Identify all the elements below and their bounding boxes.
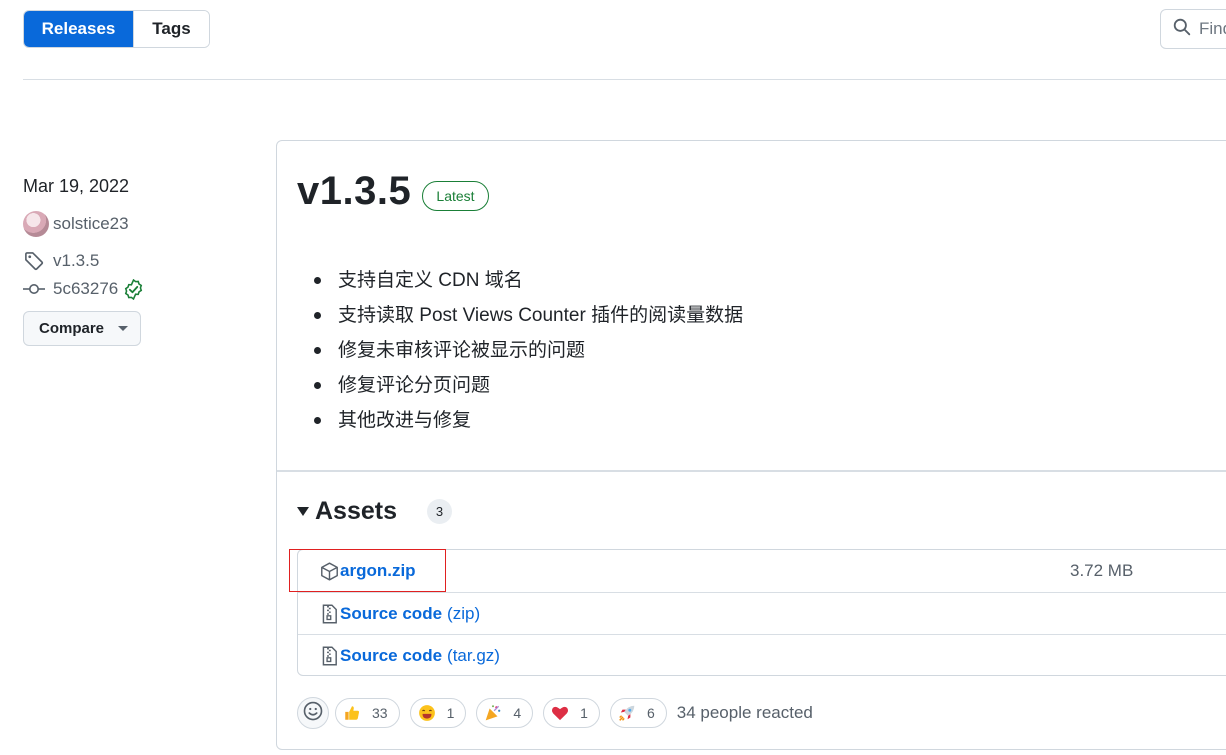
release-search[interactable]	[1160, 9, 1226, 49]
reactions-summary[interactable]: 34 people reacted	[677, 703, 813, 723]
latest-badge: Latest	[422, 181, 489, 211]
compare-label: Compare	[39, 320, 105, 337]
asset-link[interactable]: Source code	[340, 604, 442, 624]
search-input[interactable]	[1199, 19, 1226, 39]
file-zip-icon	[319, 604, 339, 624]
tag-icon	[23, 250, 45, 272]
reaction-count: 4	[513, 705, 522, 721]
asset-row-source-targz[interactable]: Source code (tar.gz)	[298, 634, 1226, 676]
tab-tags[interactable]: Tags	[133, 11, 209, 47]
asset-row-source-zip[interactable]: Source code (zip)	[298, 592, 1226, 634]
reactions-bar: 33 1 4 1 6 34 people reacted	[297, 697, 813, 729]
search-icon	[1173, 18, 1191, 41]
reaction-rocket[interactable]: 6	[609, 698, 667, 728]
triangle-down-icon	[297, 507, 309, 516]
smiley-icon	[303, 701, 323, 726]
reaction-thumbs-up[interactable]: 33	[335, 698, 400, 728]
release-tag[interactable]: v1.3.5	[23, 250, 99, 272]
asset-size: 3.72 MB	[1070, 561, 1134, 580]
section-divider	[277, 470, 1226, 472]
list-item: 支持读取 Post Views Counter 插件的阅读量数据	[314, 298, 743, 333]
asset-link[interactable]: Source code	[340, 646, 442, 666]
thumbs-up-icon	[342, 703, 362, 723]
reaction-hooray[interactable]: 4	[476, 698, 534, 728]
assets-toggle[interactable]: Assets 3	[297, 497, 452, 526]
list-item: 修复未审核评论被显示的问题	[314, 333, 743, 368]
reaction-heart[interactable]: 1	[543, 698, 600, 728]
reaction-count: 1	[446, 705, 455, 721]
party-popper-icon	[483, 703, 503, 723]
commit-sha[interactable]: 5c63276	[53, 279, 118, 299]
heart-icon	[550, 703, 570, 723]
tag-name[interactable]: v1.3.5	[53, 251, 99, 271]
asset-ext[interactable]: (zip)	[447, 604, 480, 624]
list-item: 其他改进与修复	[314, 403, 743, 438]
compare-button[interactable]: Compare	[23, 311, 141, 346]
release-notes: 支持自定义 CDN 域名 支持读取 Post Views Counter 插件的…	[314, 263, 743, 438]
header-divider	[23, 79, 1226, 80]
assets-title: Assets	[315, 497, 397, 525]
release-title[interactable]: v1.3.5	[297, 169, 411, 214]
reaction-count: 33	[372, 705, 388, 721]
assets-count-badge: 3	[427, 499, 452, 524]
release-date: Mar 19, 2022	[23, 176, 130, 196]
commit-icon	[23, 278, 45, 300]
annotation-highlight-box	[289, 549, 446, 592]
asset-ext[interactable]: (tar.gz)	[447, 646, 500, 666]
release-tag-toggle: Releases Tags	[23, 10, 210, 48]
list-item: 修复评论分页问题	[314, 368, 743, 403]
verified-check-icon[interactable]	[123, 278, 144, 300]
release-commit[interactable]: 5c63276	[23, 278, 144, 300]
reaction-count: 6	[646, 705, 655, 721]
reaction-laugh[interactable]: 1	[409, 698, 467, 728]
tab-releases[interactable]: Releases	[24, 11, 133, 47]
rocket-icon	[617, 703, 637, 723]
laugh-icon	[417, 703, 437, 723]
reaction-count: 1	[580, 705, 588, 721]
release-author[interactable]: solstice23	[23, 211, 129, 237]
chevron-down-icon	[118, 326, 129, 331]
author-name[interactable]: solstice23	[53, 214, 129, 234]
add-reaction-button[interactable]	[297, 697, 329, 729]
list-item: 支持自定义 CDN 域名	[314, 263, 743, 298]
avatar[interactable]	[23, 211, 49, 237]
file-zip-icon	[319, 646, 339, 666]
